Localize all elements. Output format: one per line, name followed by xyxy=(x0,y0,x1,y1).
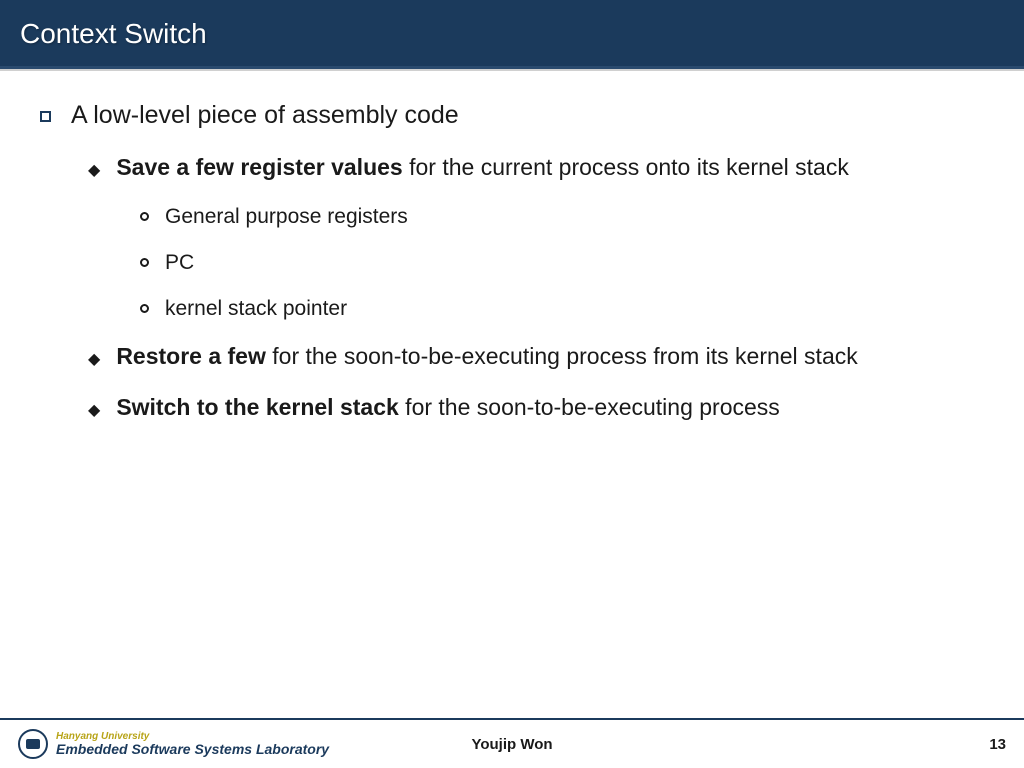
bullet-level2: ◆ Switch to the kernel stack for the soo… xyxy=(88,394,984,421)
bold-text: Save a few register values xyxy=(116,154,402,180)
circle-bullet-icon xyxy=(140,212,149,221)
plain-text: for the soon-to-be-executing process fro… xyxy=(266,343,858,369)
diamond-bullet-icon: ◆ xyxy=(88,400,100,420)
logo-block: Hanyang University Embedded Software Sys… xyxy=(18,729,329,759)
bullet-text: kernel stack pointer xyxy=(165,297,347,321)
bullet-level3: PC xyxy=(140,251,984,275)
slide-title: Context Switch xyxy=(20,18,207,49)
circle-bullet-icon xyxy=(140,258,149,267)
bullet-text: Restore a few for the soon-to-be-executi… xyxy=(116,343,857,370)
diamond-bullet-icon: ◆ xyxy=(88,160,100,180)
bullet-text: General purpose registers xyxy=(165,205,408,229)
logo-text: Hanyang University Embedded Software Sys… xyxy=(56,731,329,757)
plain-text: for the current process onto its kernel … xyxy=(403,154,849,180)
bullet-level2: ◆ Save a few register values for the cur… xyxy=(88,154,984,181)
slide-body: A low-level piece of assembly code ◆ Sav… xyxy=(0,71,1024,421)
slide-footer: Hanyang University Embedded Software Sys… xyxy=(0,718,1024,768)
square-bullet-icon xyxy=(40,111,51,122)
bullet-text: A low-level piece of assembly code xyxy=(71,101,459,130)
slide-title-bar: Context Switch xyxy=(0,0,1024,69)
university-seal-icon xyxy=(18,729,48,759)
plain-text: for the soon-to-be-executing process xyxy=(399,394,780,420)
diamond-bullet-icon: ◆ xyxy=(88,349,100,369)
bold-text: Switch to the kernel stack xyxy=(116,394,398,420)
circle-bullet-icon xyxy=(140,304,149,313)
bullet-text: Save a few register values for the curre… xyxy=(116,154,849,181)
bold-text: Restore a few xyxy=(116,343,266,369)
footer-inner: Hanyang University Embedded Software Sys… xyxy=(0,720,1024,768)
bullet-level3: General purpose registers xyxy=(140,205,984,229)
bullet-level2: ◆ Restore a few for the soon-to-be-execu… xyxy=(88,343,984,370)
bullet-level1: A low-level piece of assembly code xyxy=(40,101,984,130)
bullet-level3: kernel stack pointer xyxy=(140,297,984,321)
bullet-text: Switch to the kernel stack for the soon-… xyxy=(116,394,779,421)
page-number: 13 xyxy=(989,736,1006,753)
lab-name: Embedded Software Systems Laboratory xyxy=(56,742,329,757)
bullet-text: PC xyxy=(165,251,194,275)
author-name: Youjip Won xyxy=(471,736,552,753)
